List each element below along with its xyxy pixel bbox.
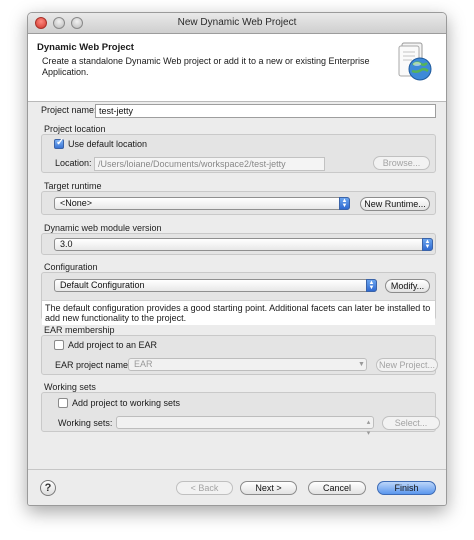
target-runtime-value: <None> [60, 198, 93, 208]
configuration-group-label: Configuration [44, 262, 98, 272]
ear-project-name-value: EAR [134, 359, 153, 369]
working-sets-label: Working sets: [58, 418, 113, 428]
wizard-footer: ? < Back Next > Cancel Finish [28, 469, 446, 505]
new-runtime-button[interactable]: New Runtime... [360, 197, 430, 211]
location-row: Location: [55, 158, 92, 168]
ear-project-name-label: EAR project name: [55, 360, 131, 370]
new-ear-project-button[interactable]: New Project... [376, 358, 438, 372]
select-arrows-icon: ▴ ▾ [366, 419, 371, 437]
location-input[interactable] [94, 157, 325, 171]
project-name-input[interactable] [95, 104, 436, 118]
dialog-window: New Dynamic Web Project Dynamic Web Proj… [27, 12, 447, 506]
working-sets-row: Working sets: [58, 418, 112, 428]
window-title: New Dynamic Web Project [177, 17, 297, 28]
configuration-select[interactable]: Default Configuration ▲ ▼ [54, 279, 377, 292]
project-name-label: Project name: [41, 105, 97, 115]
working-sets-group: Add project to working sets Working sets… [41, 392, 440, 437]
use-default-location-checkbox[interactable] [54, 137, 64, 149]
dropdown-arrow-icon: ▼ [358, 361, 365, 368]
target-runtime-select[interactable]: <None> ▲ ▼ [54, 197, 350, 210]
cancel-button[interactable]: Cancel [308, 481, 366, 495]
configuration-value: Default Configuration [60, 280, 145, 290]
ear-group: Add project to an EAR EAR project name: … [41, 335, 438, 375]
wizard-title: Dynamic Web Project [37, 42, 134, 53]
select-arrows-icon: ▲ ▼ [422, 238, 433, 251]
add-to-ear-label: Add project to an EAR [68, 340, 158, 350]
browse-button[interactable]: Browse... [373, 156, 430, 170]
target-runtime-group: <None> ▲ ▼ New Runtime... [41, 191, 436, 215]
next-button[interactable]: Next > [240, 481, 297, 495]
back-button[interactable]: < Back [176, 481, 233, 495]
finish-button[interactable]: Finish [377, 481, 436, 495]
modify-button[interactable]: Modify... [385, 279, 430, 293]
module-version-group-label: Dynamic web module version [44, 223, 162, 233]
ear-group-label: EAR membership [44, 325, 115, 335]
project-location-group-label: Project location [44, 124, 106, 134]
help-icon[interactable]: ? [40, 480, 56, 496]
use-default-location-row[interactable]: Use default location [54, 137, 148, 149]
web-project-globe-icon [396, 41, 434, 85]
add-to-ear-checkbox[interactable] [54, 340, 64, 350]
location-label: Location: [55, 158, 92, 168]
add-to-working-sets-label: Add project to working sets [72, 398, 181, 408]
select-arrows-icon: ▲ ▼ [339, 197, 350, 210]
configuration-description: The default configuration provides a goo… [42, 300, 435, 325]
module-version-group: 3.0 ▲ ▼ [41, 233, 436, 255]
add-to-working-sets-checkbox[interactable] [58, 398, 68, 408]
project-location-group: Use default location Location: Browse... [41, 134, 436, 173]
wizard-description: Create a standalone Dynamic Web project … [42, 56, 370, 77]
working-sets-group-label: Working sets [44, 382, 96, 392]
select-arrows-icon: ▲ ▼ [366, 279, 377, 292]
ear-project-name-row: EAR project name: [55, 360, 131, 370]
working-sets-select[interactable]: ▴ ▾ [116, 416, 374, 437]
target-runtime-group-label: Target runtime [44, 181, 102, 191]
add-to-working-sets-row[interactable]: Add project to working sets [58, 398, 180, 408]
module-version-select[interactable]: 3.0 ▲ ▼ [54, 238, 433, 251]
use-default-location-label: Use default location [68, 139, 148, 149]
configuration-group: Default Configuration ▲ ▼ Modify... The d… [41, 272, 436, 325]
ear-project-name-select[interactable]: EAR ▼ [128, 358, 367, 371]
title-bar[interactable]: New Dynamic Web Project [28, 13, 446, 34]
add-to-ear-row[interactable]: Add project to an EAR [54, 340, 157, 350]
select-working-sets-button[interactable]: Select... [382, 416, 440, 430]
module-version-value: 3.0 [60, 239, 73, 249]
wizard-header: Dynamic Web Project Create a standalone … [28, 34, 446, 102]
project-name-row: Project name: [41, 105, 97, 115]
